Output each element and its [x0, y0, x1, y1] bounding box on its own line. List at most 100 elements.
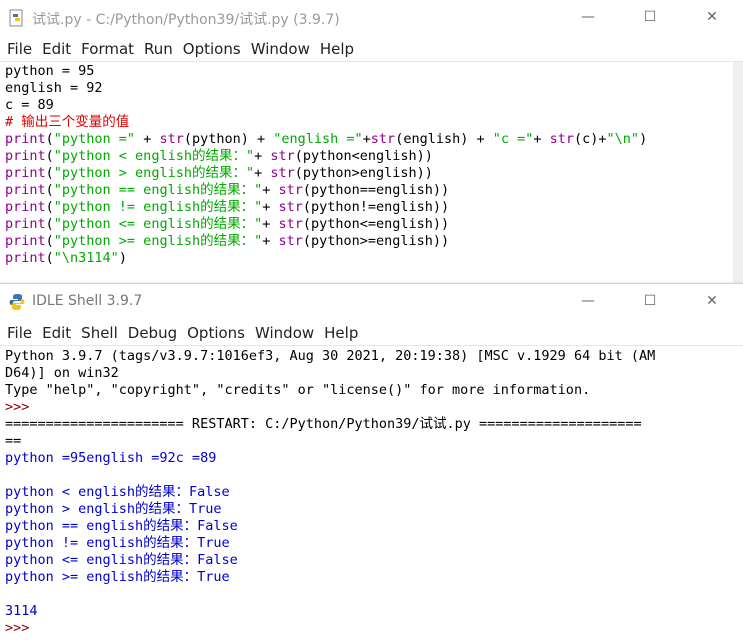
code-token: print	[5, 199, 46, 215]
code-token: (	[45, 216, 54, 232]
code-token: print	[5, 148, 46, 164]
output-line: python =95english =92c =89	[5, 450, 743, 467]
output-line: >>>	[5, 620, 743, 637]
code-token: python = 95	[5, 63, 95, 79]
menu-file[interactable]: File	[4, 40, 39, 58]
output-line: python < english的结果：False	[5, 484, 743, 501]
code-token: Type "help", "copyright", "credits" or "…	[5, 382, 591, 398]
code-token: python <= english的结果：False	[5, 552, 238, 568]
minimize-button[interactable]: —	[557, 0, 619, 34]
menu-window[interactable]: Window	[252, 324, 321, 342]
code-token: +	[262, 182, 279, 198]
output-line: ====================== RESTART: C:/Pytho…	[5, 416, 743, 433]
close-button[interactable]: ✕	[681, 284, 743, 318]
code-token: python != english的结果：True	[5, 535, 230, 551]
maximize-button[interactable]: ☐	[619, 0, 681, 34]
code-token: (	[45, 165, 54, 181]
output-line: python > english的结果：True	[5, 501, 743, 518]
code-token: +	[262, 233, 279, 249]
code-token: "\n"	[606, 131, 640, 147]
menu-file[interactable]: File	[4, 324, 39, 342]
editor-titlebar[interactable]: 试试.py - C:/Python/Python39/试试.py (3.9.7)…	[0, 0, 743, 36]
code-token: "python >= english的结果："	[53, 233, 263, 249]
menu-window[interactable]: Window	[248, 40, 317, 58]
code-token: +	[533, 131, 550, 147]
menu-edit[interactable]: Edit	[39, 324, 78, 342]
code-token: (python) +	[183, 131, 274, 147]
menu-shell[interactable]: Shell	[78, 324, 125, 342]
code-line: print("\n3114")	[5, 250, 743, 267]
shell-titlebar[interactable]: IDLE Shell 3.9.7 — ☐ ✕	[0, 284, 743, 320]
output-line: >>>	[5, 399, 743, 416]
code-token: +	[262, 199, 279, 215]
code-line: english = 92	[5, 80, 743, 97]
code-token: str	[278, 233, 303, 249]
menu-run[interactable]: Run	[141, 40, 180, 58]
python-shell-icon	[9, 294, 25, 310]
code-token: "python < english的结果："	[53, 148, 255, 164]
code-token: # 输出三个变量的值	[5, 114, 130, 130]
menu-edit[interactable]: Edit	[39, 40, 78, 58]
code-token: python > english的结果：True	[5, 501, 222, 517]
window-title: 试试.py - C:/Python/Python39/试试.py (3.9.7)	[32, 12, 340, 28]
maximize-button[interactable]: ☐	[619, 284, 681, 318]
code-line: print("python < english的结果："+ str(python…	[5, 148, 743, 165]
output-line: 3114	[5, 603, 743, 620]
code-token: (python>=english))	[302, 233, 450, 249]
code-token: (	[45, 233, 54, 249]
code-token: (python<=english))	[302, 216, 450, 232]
code-token: str	[278, 182, 303, 198]
code-token: "python > english的结果："	[53, 165, 255, 181]
code-token: >>>	[5, 620, 38, 636]
output-line: D64)] on win32	[5, 365, 743, 382]
editor-window: 试试.py - C:/Python/Python39/试试.py (3.9.7)…	[0, 0, 743, 283]
code-token: +	[262, 216, 279, 232]
menu-help[interactable]: Help	[321, 324, 365, 342]
code-token: >>>	[5, 399, 38, 415]
code-token: str	[270, 165, 295, 181]
menu-help[interactable]: Help	[317, 40, 361, 58]
menu-debug[interactable]: Debug	[125, 324, 184, 342]
menu-options[interactable]: Options	[184, 324, 252, 342]
code-token: "python <= english的结果："	[53, 216, 263, 232]
code-token: english = 92	[5, 80, 103, 96]
output-line: Python 3.9.7 (tags/v3.9.7:1016ef3, Aug 3…	[5, 348, 743, 365]
output-line: python != english的结果：True	[5, 535, 743, 552]
code-line: print("python != english的结果："+ str(pytho…	[5, 199, 743, 216]
code-token: (python==english))	[302, 182, 450, 198]
shell-output[interactable]: Python 3.9.7 (tags/v3.9.7:1016ef3, Aug 3…	[0, 348, 743, 637]
code-token: ====================== RESTART: C:/Pytho…	[5, 416, 642, 432]
code-token: str	[159, 131, 184, 147]
vertical-scrollbar[interactable]	[733, 62, 743, 283]
code-token: )	[639, 131, 648, 147]
menu-format[interactable]: Format	[78, 40, 141, 58]
code-token: python >= english的结果：True	[5, 569, 230, 585]
code-token: print	[5, 216, 46, 232]
code-token: (python>english))	[294, 165, 433, 181]
code-token: "english ="	[273, 131, 363, 147]
code-token: 3114	[5, 603, 38, 619]
minimize-button[interactable]: —	[557, 284, 619, 318]
code-line: print("python =" + str(python) + "englis…	[5, 131, 743, 148]
code-line: print("python > english的结果："+ str(python…	[5, 165, 743, 182]
code-line: c = 89	[5, 97, 743, 114]
code-token: (	[45, 199, 54, 215]
code-token: "c ="	[492, 131, 534, 147]
code-token: "python == english的结果："	[53, 182, 263, 198]
editor-menubar: File Edit Format Run Options Window Help	[0, 36, 743, 62]
output-line: python >= english的结果：True	[5, 569, 743, 586]
code-token: (c)+	[574, 131, 607, 147]
code-token: +	[254, 165, 271, 181]
code-token: +	[362, 131, 371, 147]
code-token: "python != english的结果："	[53, 199, 263, 215]
close-button[interactable]: ✕	[681, 0, 743, 34]
menu-options[interactable]: Options	[180, 40, 248, 58]
window-title: IDLE Shell 3.9.7	[32, 293, 143, 309]
code-token: +	[254, 148, 271, 164]
code-editor[interactable]: python = 95 english = 92 c = 89 # 输出三个变量的值 p…	[0, 63, 743, 267]
code-token: +	[135, 131, 160, 147]
code-token: print	[5, 131, 46, 147]
code-token: (	[45, 131, 54, 147]
